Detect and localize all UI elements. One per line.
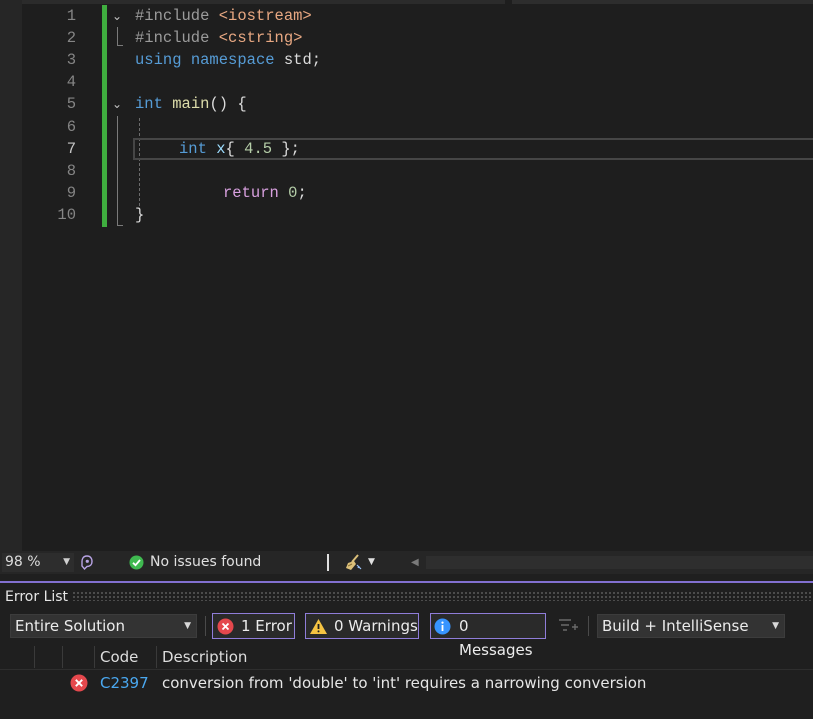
source-value: Build + IntelliSense	[602, 617, 749, 635]
code-text: () {	[209, 95, 247, 113]
scope-dropdown[interactable]: Entire Solution ▼	[10, 614, 197, 638]
warning-icon	[309, 618, 328, 642]
caret-down-icon: ▼	[63, 557, 70, 567]
grid-header: Code Description	[0, 642, 813, 670]
fold-guide-end	[117, 45, 123, 46]
line-number: 3	[66, 51, 76, 69]
caret-down-icon[interactable]: ▼	[368, 553, 375, 572]
cleanup-brush-icon[interactable]	[345, 553, 363, 576]
error-list-grid: Code Description C2397 conversion from '…	[0, 642, 813, 719]
variable-name: x	[216, 140, 226, 158]
panel-drag-grip[interactable]	[72, 591, 813, 601]
line-number: 10	[57, 206, 76, 224]
error-list-toolbar: Entire Solution ▼ 1 Error 0 Warnings 0 M…	[0, 612, 813, 659]
warnings-filter-label: 0 Warnings	[334, 617, 418, 635]
column-separator[interactable]	[156, 646, 157, 668]
code-line-1[interactable]: #include <iostream>	[135, 5, 312, 27]
intellicode-icon[interactable]	[79, 554, 95, 575]
zoom-dropdown[interactable]: 98 % ▼	[2, 553, 74, 572]
scroll-left-icon[interactable]: ◀	[411, 553, 419, 572]
error-list-panel: Error List Entire Solution ▼ 1 Error 0 W…	[0, 574, 813, 719]
scope-value: Entire Solution	[15, 617, 125, 635]
column-separator[interactable]	[62, 646, 63, 668]
code-line-9[interactable]: return 0;	[223, 182, 307, 204]
editor-status-bar: 98 % ▼ No issues found ▼ ◀	[0, 551, 813, 574]
fold-guide-line	[117, 116, 118, 226]
preprocessor-directive: #include	[135, 7, 219, 25]
toolbar-separator	[588, 616, 589, 636]
column-header-description[interactable]: Description	[162, 646, 247, 668]
code-line-3[interactable]: using namespace std;	[135, 49, 321, 71]
glyph-margin	[0, 0, 22, 551]
include-header: <iostream>	[218, 7, 312, 25]
indent-guide	[139, 118, 140, 206]
line-number: 6	[66, 118, 76, 136]
panel-title[interactable]: Error List	[5, 588, 68, 606]
fold-chevron-down-icon[interactable]: ⌄	[109, 96, 125, 112]
filter-icon[interactable]	[557, 616, 579, 640]
messages-filter-button[interactable]: 0 Messages	[430, 613, 546, 659]
status-separator	[327, 554, 329, 571]
line-number: 1	[66, 7, 76, 25]
status-text[interactable]: No issues found	[150, 553, 261, 572]
keyword: int	[179, 140, 207, 158]
keyword: using	[135, 51, 182, 69]
error-icon	[70, 674, 88, 696]
line-number-active: 7	[66, 140, 76, 158]
fold-guide-end	[117, 225, 123, 226]
line-number: 2	[66, 29, 76, 47]
code-line-5[interactable]: int main() {	[135, 93, 247, 115]
fold-chevron-down-icon[interactable]: ⌄	[109, 8, 125, 24]
code-text: }	[135, 206, 145, 224]
caret-down-icon: ▼	[772, 621, 779, 631]
code-line-10[interactable]: }	[135, 204, 144, 226]
info-icon	[434, 618, 451, 642]
function-name: main	[172, 95, 210, 113]
column-header-code[interactable]: Code	[100, 646, 138, 668]
code-line-2[interactable]: #include <cstring>	[135, 27, 302, 49]
caret-down-icon: ▼	[184, 621, 191, 631]
navigation-bar-left	[0, 0, 505, 4]
error-icon	[217, 618, 234, 642]
code-line-7[interactable]: int x{ 4.5 };	[179, 138, 300, 160]
panel-accent-line	[0, 581, 813, 583]
errors-filter-label: 1 Error	[241, 617, 292, 635]
zoom-value: 98 %	[5, 554, 41, 570]
errors-filter-button[interactable]: 1 Error	[212, 613, 295, 639]
line-number: 9	[66, 184, 76, 202]
horizontal-scrollbar[interactable]	[426, 556, 813, 569]
column-separator[interactable]	[34, 646, 35, 668]
visual-studio-window: 1 2 3 4 5 6 7 8 9 10 ⌄ ⌄ #include <iostr…	[0, 0, 813, 719]
keyword: int	[135, 95, 163, 113]
fold-guide-line	[117, 27, 118, 45]
navigation-bar-right	[512, 0, 813, 4]
code-editor[interactable]: 1 2 3 4 5 6 7 8 9 10 ⌄ ⌄ #include <iostr…	[0, 0, 813, 551]
keyword: namespace	[190, 51, 275, 69]
column-separator[interactable]	[94, 646, 95, 668]
preprocessor-directive: #include	[135, 29, 219, 47]
source-dropdown[interactable]: Build + IntelliSense ▼	[597, 614, 785, 638]
code-text: {	[225, 140, 245, 158]
line-number: 4	[66, 73, 76, 91]
table-row[interactable]: C2397 conversion from 'double' to 'int' …	[0, 671, 813, 695]
toolbar-separator	[205, 616, 206, 636]
code-text: std;	[274, 51, 322, 69]
check-circle-icon	[129, 555, 144, 574]
warnings-filter-button[interactable]: 0 Warnings	[305, 613, 419, 639]
include-header: <cstring>	[218, 29, 303, 47]
number-literal: 4.5	[244, 140, 273, 158]
error-description: conversion from 'double' to 'int' requir…	[162, 674, 647, 692]
change-tracking-bar	[102, 5, 107, 227]
control-keyword: return	[223, 184, 279, 202]
line-number: 8	[66, 162, 76, 180]
code-text: ;	[297, 184, 307, 202]
line-number: 5	[66, 95, 76, 113]
editor-top-strip	[0, 0, 813, 5]
code-text: };	[272, 140, 300, 158]
error-code-link[interactable]: C2397	[100, 671, 149, 695]
